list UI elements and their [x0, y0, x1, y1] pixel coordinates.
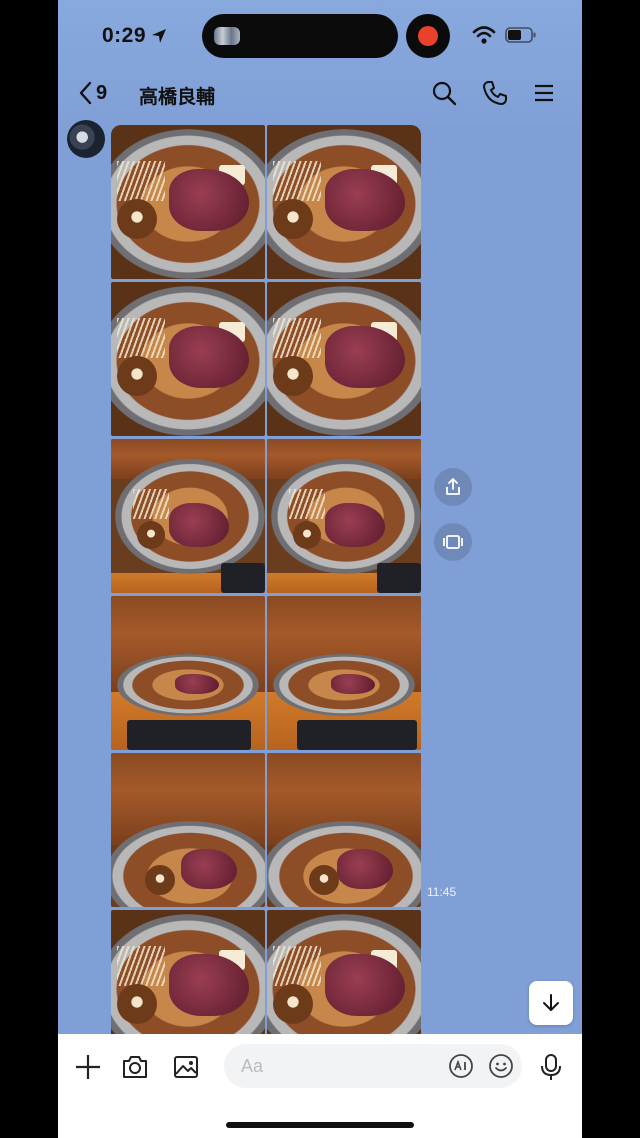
photo-thumbnail[interactable]: [267, 910, 421, 1034]
enoki-image: [273, 161, 321, 201]
message-input-placeholder: Aa: [241, 1056, 264, 1076]
status-bar: 0:29: [58, 0, 582, 72]
enoki-image: [133, 489, 169, 519]
carousel-icon: [443, 535, 463, 549]
dynamic-island: [202, 14, 398, 58]
enoki-image: [273, 946, 321, 986]
arrow-down-icon: [543, 994, 559, 1011]
mushroom-image: [273, 199, 313, 239]
mushroom-image: [117, 356, 157, 396]
share-button[interactable]: [434, 468, 472, 506]
mushroom-image: [273, 984, 313, 1024]
back-button[interactable]: 9: [78, 78, 118, 108]
chevron-left-icon: [79, 81, 92, 105]
photo-thumbnail[interactable]: [267, 282, 421, 436]
meat-image: [169, 503, 229, 547]
mushroom-image: [309, 865, 339, 895]
meat-image: [337, 849, 393, 889]
search-icon[interactable]: [430, 79, 458, 107]
photo-thumbnail[interactable]: [111, 125, 265, 279]
message-input[interactable]: Aa: [224, 1044, 522, 1088]
photo-thumbnail[interactable]: [111, 910, 265, 1034]
photo-album-message: [111, 125, 421, 1034]
photo-thumbnail[interactable]: [267, 596, 421, 750]
mushroom-image: [145, 865, 175, 895]
unread-count: 9: [96, 81, 108, 104]
phone-call-icon[interactable]: [481, 79, 509, 107]
enoki-image: [117, 161, 165, 201]
mushroom-image: [117, 984, 157, 1024]
plus-icon[interactable]: [73, 1052, 103, 1082]
emoji-icon[interactable]: [488, 1053, 514, 1079]
enoki-image: [273, 318, 321, 358]
image-gallery-icon[interactable]: [171, 1052, 201, 1082]
meat-image: [325, 503, 385, 547]
screen-record-icon: [406, 14, 450, 58]
menu-icon[interactable]: [530, 79, 558, 107]
home-indicator: [226, 1122, 414, 1128]
photo-thumbnail[interactable]: [111, 282, 265, 436]
photo-thumbnail[interactable]: [267, 753, 421, 907]
location-arrow-icon: [152, 29, 166, 43]
sender-avatar[interactable]: [67, 120, 105, 158]
island-avatar-icon: [214, 27, 240, 45]
photo-thumbnail[interactable]: [267, 125, 421, 279]
scroll-to-bottom-button[interactable]: [529, 981, 573, 1025]
photo-thumbnail[interactable]: [111, 439, 265, 593]
mushroom-image: [117, 199, 157, 239]
camera-icon[interactable]: [120, 1052, 150, 1082]
burner-image: [377, 563, 421, 593]
status-time: 0:29: [102, 24, 147, 47]
meat-image: [331, 674, 375, 694]
chat-screen: 0:29 9 高橋良輔 11:45 Aa: [58, 0, 582, 1138]
enoki-image: [289, 489, 325, 519]
album-view-button[interactable]: [434, 523, 472, 561]
photo-thumbnail[interactable]: [267, 439, 421, 593]
share-icon: [446, 478, 460, 495]
burner-image: [297, 720, 417, 750]
ai-assist-icon[interactable]: [448, 1053, 474, 1079]
chat-header: 9 高橋良輔: [58, 72, 582, 114]
battery-icon: [505, 27, 536, 43]
mushroom-image: [137, 521, 165, 549]
message-timestamp: 11:45: [427, 885, 457, 899]
enoki-image: [117, 318, 165, 358]
enoki-image: [117, 946, 165, 986]
chat-title: 高橋良輔: [139, 87, 216, 108]
microphone-icon[interactable]: [536, 1052, 566, 1082]
message-composer: Aa: [58, 1034, 582, 1138]
meat-image: [181, 849, 237, 889]
photo-thumbnail[interactable]: [111, 596, 265, 750]
burner-image: [127, 720, 251, 750]
meat-image: [175, 674, 219, 694]
mushroom-image: [273, 356, 313, 396]
burner-image: [221, 563, 265, 593]
wifi-icon: [472, 26, 496, 44]
photo-thumbnail[interactable]: [111, 753, 265, 907]
mushroom-image: [293, 521, 321, 549]
